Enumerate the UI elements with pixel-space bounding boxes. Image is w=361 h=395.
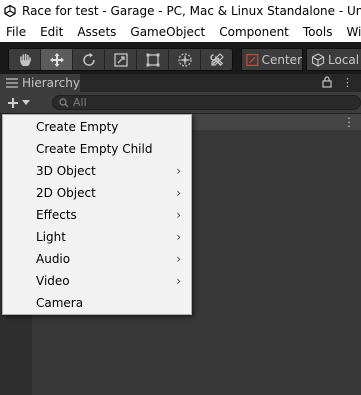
search-icon (59, 97, 69, 107)
menu-item-light[interactable]: Light › (3, 226, 191, 248)
hierarchy-tab-strip: Hierarchy ⋮ (0, 74, 361, 92)
rect-tool-button[interactable] (137, 49, 169, 70)
hand-tool-button[interactable] (9, 49, 41, 70)
create-dropdown-button[interactable] (3, 94, 33, 111)
menu-item-label: Create Empty Child (36, 142, 153, 156)
pivot-rotation-toggle[interactable]: Local (306, 48, 361, 71)
window-title: Race for test - Garage - PC, Mac & Linux… (22, 4, 361, 18)
hierarchy-toolbar: All (0, 92, 361, 114)
menu-item-label: Effects (36, 208, 77, 222)
pivot-mode-toggle[interactable]: Center (241, 48, 303, 71)
menu-item-label: Create Empty (36, 120, 119, 134)
submenu-arrow-icon: › (176, 186, 181, 200)
transform-icon (177, 52, 192, 67)
submenu-arrow-icon: › (176, 208, 181, 222)
hierarchy-search-input[interactable]: All (52, 95, 361, 110)
menu-window[interactable]: Window (339, 25, 361, 39)
submenu-arrow-icon: › (176, 252, 181, 266)
menu-item-label: 3D Object (36, 164, 96, 178)
pivot-rotation-label: Local (328, 52, 360, 67)
transform-tool-group (8, 48, 233, 71)
hierarchy-list-icon (6, 78, 18, 88)
menu-item-label: Audio (36, 252, 71, 266)
submenu-arrow-icon: › (176, 274, 181, 288)
submenu-arrow-icon: › (176, 164, 181, 178)
menu-item-camera[interactable]: Camera (3, 292, 191, 314)
center-pivot-icon (246, 53, 259, 66)
transform-tool-button[interactable] (169, 49, 201, 70)
create-menu: Create Empty Create Empty Child 3D Objec… (2, 114, 192, 315)
menu-item-label: Camera (36, 296, 84, 310)
scene-menu-icon[interactable]: ⋮ (343, 114, 355, 130)
move-tool-button[interactable] (41, 49, 73, 70)
menu-item-3d-object[interactable]: 3D Object › (3, 160, 191, 182)
menu-item-effects[interactable]: Effects › (3, 204, 191, 226)
scale-tool-button[interactable] (105, 49, 137, 70)
menu-item-label: Light (36, 230, 66, 244)
menu-item-audio[interactable]: Audio › (3, 248, 191, 270)
menu-item-label: 2D Object (36, 186, 96, 200)
lock-icon[interactable] (322, 76, 332, 88)
custom-tool-button[interactable] (201, 49, 232, 70)
menu-item-create-empty[interactable]: Create Empty (3, 116, 191, 138)
menu-bar: File Edit Assets GameObject Component To… (0, 22, 361, 42)
hierarchy-tab-label: Hierarchy (21, 76, 80, 90)
scale-icon (113, 52, 128, 67)
rect-icon (146, 53, 159, 66)
menu-file[interactable]: File (0, 25, 33, 39)
menu-edit[interactable]: Edit (33, 25, 70, 39)
dropdown-arrow-icon (21, 99, 30, 105)
rotate-tool-button[interactable] (73, 49, 105, 70)
rotate-icon (82, 52, 95, 66)
menu-gameobject[interactable]: GameObject (123, 25, 212, 39)
unity-logo-icon (4, 5, 16, 17)
menu-tools[interactable]: Tools (296, 25, 340, 39)
move-arrows-icon (49, 52, 64, 67)
local-cube-icon (311, 52, 325, 67)
menu-item-2d-object[interactable]: 2D Object › (3, 182, 191, 204)
tools-icon (209, 52, 224, 66)
hand-icon (19, 53, 31, 66)
pivot-mode-label: Center (261, 52, 302, 67)
menu-component[interactable]: Component (212, 25, 296, 39)
submenu-arrow-icon: › (176, 230, 181, 244)
search-placeholder: All (73, 96, 87, 109)
menu-item-video[interactable]: Video › (3, 270, 191, 292)
tab-menu-icon[interactable]: ⋮ (342, 76, 353, 89)
menu-assets[interactable]: Assets (70, 25, 123, 39)
plus-icon (7, 97, 18, 108)
tab-hierarchy[interactable]: Hierarchy (0, 74, 80, 92)
menu-item-create-empty-child[interactable]: Create Empty Child (3, 138, 191, 160)
menu-item-label: Video (36, 274, 70, 288)
title-bar: Race for test - Garage - PC, Mac & Linux… (0, 0, 361, 22)
